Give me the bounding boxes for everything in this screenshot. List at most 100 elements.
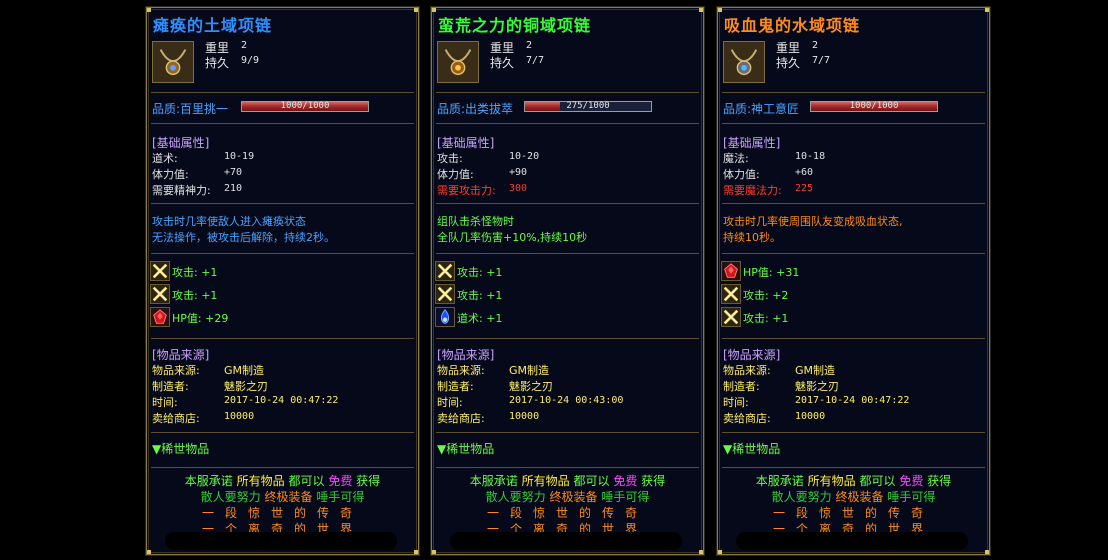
durability-value: 9/9: [241, 55, 260, 66]
quality-bar: 1000/1000: [241, 101, 369, 112]
attribute-label: 需要精神力:: [152, 184, 211, 197]
quality-prefix: 品质:: [152, 102, 181, 116]
frame-corner: [432, 550, 436, 554]
attribute-value: 10-19: [224, 151, 255, 162]
durability-label: 持久: [205, 56, 230, 70]
base-attributes-heading: [基础属性]: [437, 136, 495, 150]
socket-bonus-text: 攻击: +1: [172, 266, 218, 279]
time-label: 时间:: [723, 396, 749, 409]
sword-cross-icon[interactable]: [721, 284, 741, 304]
divider: [151, 338, 414, 339]
promo-line-3: 一段惊世的传奇: [772, 506, 934, 520]
frame-corner: [147, 550, 151, 554]
blue-flame-icon[interactable]: [435, 307, 455, 327]
item-icon-slot[interactable]: [152, 41, 194, 83]
time-value: 2017-10-24 00:47:22: [224, 395, 339, 406]
divider: [436, 203, 699, 204]
divider: [151, 123, 414, 124]
divider: [722, 467, 985, 468]
maker-label: 制造者:: [437, 380, 474, 393]
durability-value: 7/7: [812, 55, 831, 66]
divider: [151, 253, 414, 254]
quality-label: 品质:神工意匠: [723, 100, 799, 117]
frame-corner: [699, 550, 703, 554]
sword-cross-icon[interactable]: [435, 284, 455, 304]
promo-line-2: 散人要努力 终极装备 唾手可得: [200, 490, 365, 504]
source-label: 物品来源:: [152, 364, 200, 377]
sell-value: 10000: [509, 411, 540, 422]
frame-corner: [718, 8, 722, 12]
redaction-blot: [736, 532, 968, 550]
attribute-label: 需要攻击力:: [437, 184, 496, 197]
durability-value: 7/7: [526, 55, 545, 66]
item-tooltip-card: 蛮荒之力的铜域项链 重里 2 持久 7/7 品质:出类拔萃 275/1000 […: [430, 6, 705, 556]
effect-line: 攻击时几率使周围队友变成吸血状态,: [723, 215, 903, 228]
frame-corner: [414, 550, 418, 554]
socket-bonus-text: 道术: +1: [457, 312, 503, 325]
item-icon-slot[interactable]: [437, 41, 479, 83]
quality-name: 神工意匠: [751, 102, 800, 116]
rare-item-tag[interactable]: ▼稀世物品: [152, 440, 209, 457]
quality-label: 品质:出类拔萃: [437, 100, 513, 117]
divider: [722, 338, 985, 339]
source-value: GM制造: [509, 364, 550, 377]
promo-line-1: 本服承诺 所有物品 都可以 免费 获得: [755, 474, 952, 488]
socket-bonus-text: HP值: +31: [743, 266, 800, 279]
sword-cross-icon[interactable]: [150, 284, 170, 304]
rare-item-tag[interactable]: ▼稀世物品: [723, 440, 780, 457]
divider: [722, 253, 985, 254]
promo-line-1: 本服承诺 所有物品 都可以 免费 获得: [184, 474, 381, 488]
source-value: GM制造: [795, 364, 836, 377]
socket-bonus-text: 攻击: +1: [457, 266, 503, 279]
weight-value: 2: [241, 40, 248, 51]
sell-value: 10000: [224, 411, 255, 422]
attribute-label: 需要魔法力:: [723, 184, 782, 197]
sell-value: 10000: [795, 411, 826, 422]
socket-bonus-text: 攻击: +1: [743, 312, 789, 325]
item-icon-slot[interactable]: [723, 41, 765, 83]
maker-value: 魅影之刃: [224, 380, 268, 393]
socket-bonus-text: 攻击: +1: [172, 289, 218, 302]
sword-cross-icon[interactable]: [721, 307, 741, 327]
base-attributes-heading: [基础属性]: [723, 136, 781, 150]
divider: [151, 467, 414, 468]
attribute-value: 300: [509, 183, 528, 194]
effect-line: 持续10秒。: [723, 231, 781, 244]
sword-cross-icon[interactable]: [150, 261, 170, 281]
attribute-value: 10-20: [509, 151, 540, 162]
red-gem-icon[interactable]: [721, 261, 741, 281]
red-gem-icon[interactable]: [150, 307, 170, 327]
promo-line-2: 散人要努力 终极装备 唾手可得: [485, 490, 650, 504]
item-title: 蛮荒之力的铜域项链: [438, 16, 592, 35]
effect-line: 无法操作，被攻击后解除，持续2秒。: [152, 231, 335, 244]
item-tooltip-card: 吸血鬼的水域项链 重里 2 持久 7/7 品质:神工意匠 1000/1000 […: [716, 6, 991, 556]
attribute-label: 体力值:: [723, 168, 760, 181]
promo-line-2: 散人要努力 终极装备 唾手可得: [771, 490, 936, 504]
time-label: 时间:: [152, 396, 178, 409]
necklace-water-icon: [724, 42, 764, 82]
attribute-value: 10-18: [795, 151, 826, 162]
maker-label: 制造者:: [152, 380, 189, 393]
quality-label: 品质:百里挑一: [152, 100, 228, 117]
source-value: GM制造: [224, 364, 265, 377]
quality-bar-text: 275/1000: [566, 101, 610, 111]
sword-cross-icon[interactable]: [435, 261, 455, 281]
attribute-value: +60: [795, 167, 814, 178]
attribute-value: 210: [224, 183, 243, 194]
frame-corner: [432, 8, 436, 12]
source-label: 物品来源:: [723, 364, 771, 377]
divider: [436, 338, 699, 339]
divider: [151, 432, 414, 433]
socket-bonus-text: HP值: +29: [172, 312, 229, 325]
sell-label: 卖给商店:: [723, 412, 771, 425]
weight-value: 2: [526, 40, 533, 51]
divider: [722, 92, 985, 93]
maker-label: 制造者:: [723, 380, 760, 393]
quality-bar-text: 1000/1000: [280, 101, 330, 111]
socket-bonus-text: 攻击: +1: [457, 289, 503, 302]
attribute-label: 魔法:: [723, 152, 749, 165]
attribute-label: 攻击:: [437, 152, 463, 165]
rare-item-tag[interactable]: ▼稀世物品: [437, 440, 494, 457]
item-source-heading: [物品来源]: [723, 348, 781, 362]
divider: [436, 253, 699, 254]
